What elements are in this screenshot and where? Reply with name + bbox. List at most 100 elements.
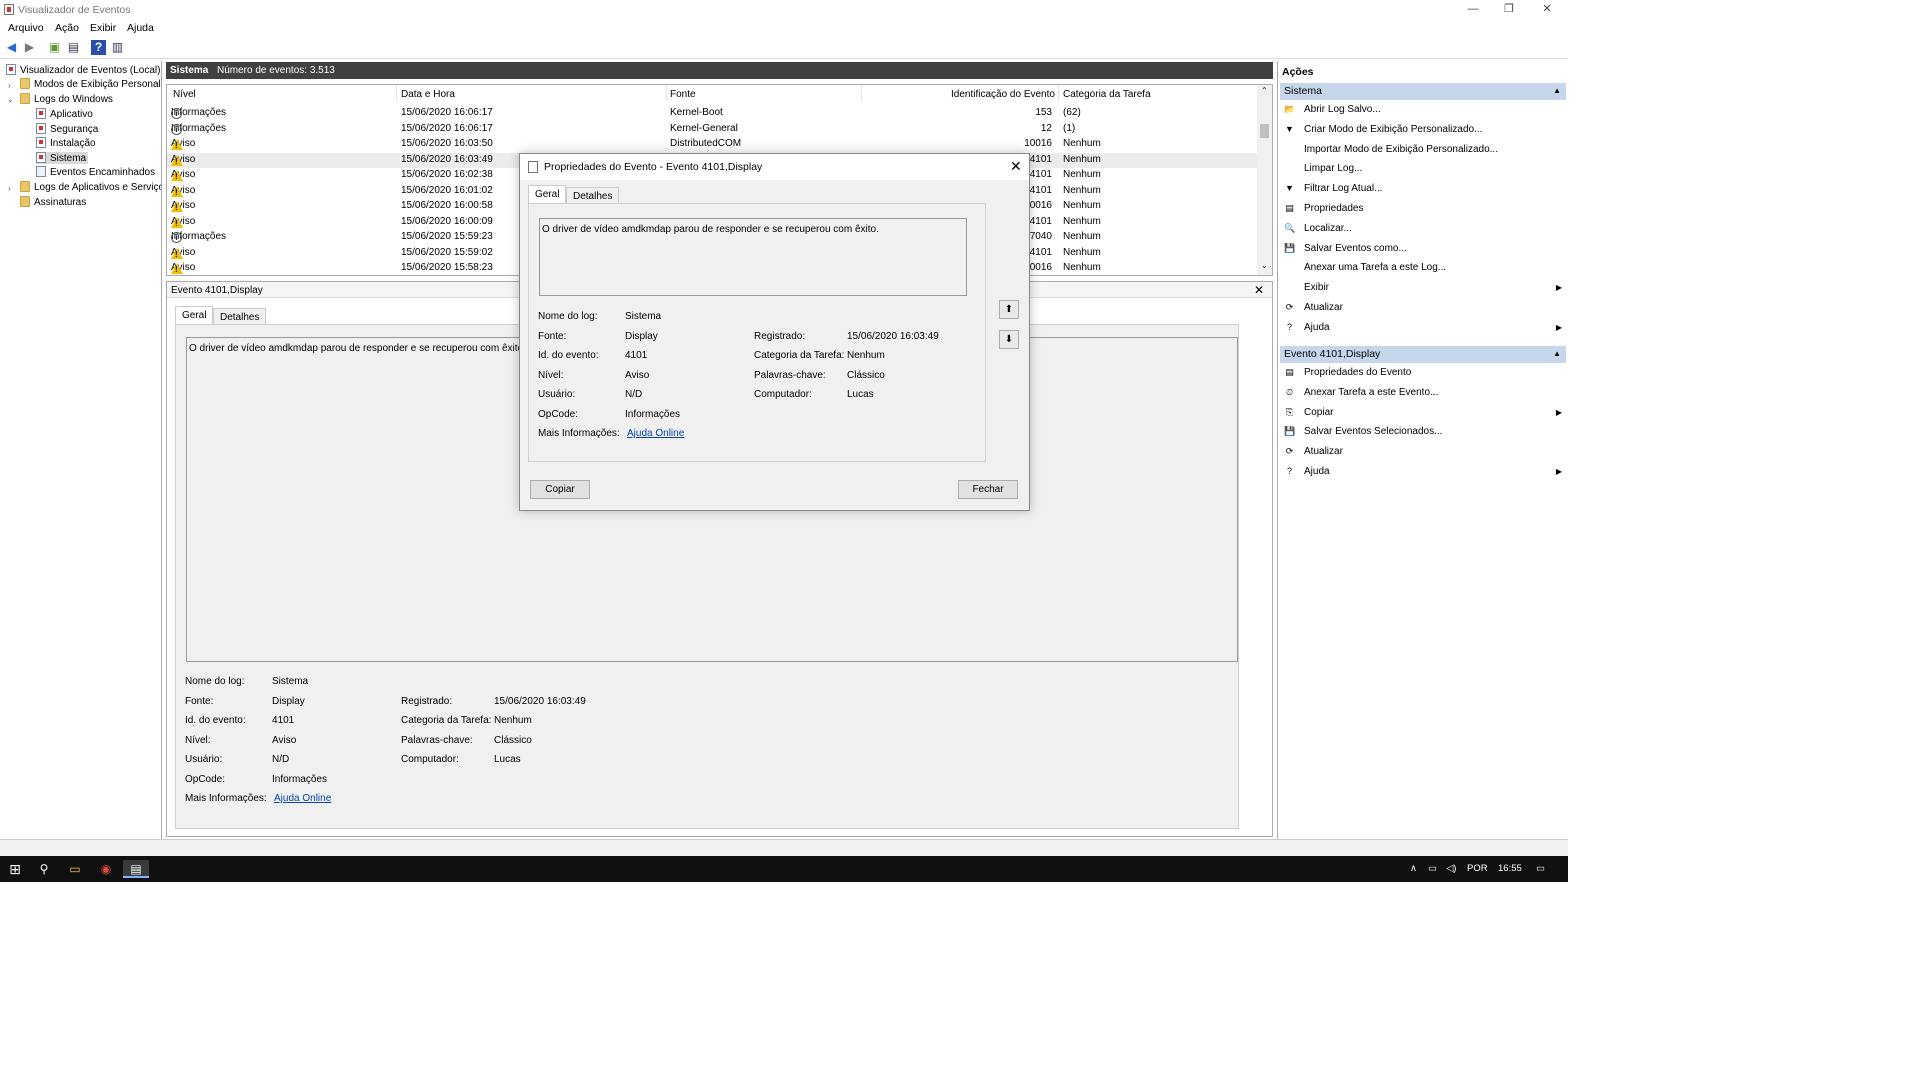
menu-acao[interactable]: Ação bbox=[55, 22, 79, 34]
action-item[interactable]: ? Ajuda ▶ bbox=[1284, 464, 1564, 481]
row-date: 15/06/2020 16:00:09 bbox=[401, 215, 493, 227]
notification-icon[interactable]: ▭ bbox=[1536, 863, 1545, 874]
tree-custom-views[interactable]: Modos de Exibição Personali bbox=[20, 78, 161, 90]
tree-item-seguranca[interactable]: Segurança bbox=[36, 123, 98, 135]
collapse-caret-icon[interactable]: ▲ bbox=[1553, 349, 1561, 358]
action-item[interactable]: ? Ajuda ▶ bbox=[1284, 320, 1564, 337]
file-explorer-icon[interactable]: ▭ bbox=[65, 860, 85, 878]
toolbar: ◀ ▶ ▣ ▤ ? ▥ bbox=[0, 37, 1568, 59]
clock[interactable]: 16:55 bbox=[1498, 863, 1522, 874]
dialog-more-info-label: Mais Informações: bbox=[538, 428, 620, 439]
action-item[interactable]: Exibir ▶ bbox=[1284, 280, 1564, 297]
actions-group-event[interactable]: Evento 4101,Display ▲ bbox=[1280, 346, 1566, 363]
action-item[interactable]: Anexar uma Tarefa a este Log... bbox=[1284, 260, 1564, 277]
close-button[interactable]: ✕ bbox=[1532, 2, 1562, 18]
log-icon bbox=[36, 166, 46, 177]
action-item[interactable]: ▤ Propriedades bbox=[1284, 201, 1564, 218]
network-icon[interactable]: ▭ bbox=[1428, 863, 1437, 874]
forward-arrow-icon[interactable]: ▶ bbox=[22, 40, 37, 55]
dialog-tab-geral[interactable]: Geral bbox=[528, 185, 567, 203]
expand-arrow-icon[interactable]: › bbox=[8, 184, 11, 193]
open-folder-icon[interactable]: ▣ bbox=[47, 40, 62, 55]
close-detail-icon[interactable]: ✕ bbox=[1254, 283, 1264, 297]
tree-app-services-logs[interactable]: Logs de Aplicativos e Serviço bbox=[20, 181, 161, 193]
menu-ajuda[interactable]: Ajuda bbox=[127, 22, 154, 34]
warning-icon bbox=[171, 263, 183, 274]
start-windows-icon[interactable]: ⊞ bbox=[5, 860, 25, 878]
row-category: Nenhum bbox=[1063, 231, 1101, 242]
table-row[interactable]: i Informações 15/06/2020 16:06:17 Kernel-Bo… bbox=[167, 106, 1257, 121]
tree-item-aplicativo[interactable]: Aplicativo bbox=[36, 108, 93, 120]
scroll-down-icon[interactable]: ⌄ bbox=[1261, 261, 1268, 270]
row-category: Nenhum bbox=[1063, 215, 1101, 227]
action-item[interactable]: Importar Modo de Exibição Personalizado.… bbox=[1284, 142, 1564, 159]
action-item[interactable]: 🔍 Localizar... bbox=[1284, 221, 1564, 238]
action-item[interactable]: 💾 Salvar Eventos Selecionados... bbox=[1284, 424, 1564, 441]
minimize-button[interactable]: — bbox=[1458, 2, 1488, 18]
row-level: Aviso bbox=[171, 216, 195, 228]
expand-arrow-icon[interactable]: › bbox=[8, 81, 11, 90]
actions-group-sistema[interactable]: Sistema ▲ bbox=[1280, 83, 1566, 100]
language-indicator[interactable]: POR bbox=[1467, 863, 1488, 874]
column-header-event-id[interactable]: Identificação do Evento bbox=[951, 89, 1055, 100]
back-arrow-icon[interactable]: ◀ bbox=[4, 40, 19, 55]
warning-icon bbox=[171, 154, 183, 166]
online-help-link[interactable]: Ajuda Online bbox=[274, 793, 331, 804]
table-row[interactable]: i Informações 15/06/2020 16:06:17 Kernel-Ge… bbox=[167, 122, 1257, 137]
tree-item-eventos-encaminhados[interactable]: Eventos Encaminhados bbox=[36, 166, 155, 178]
copy-button[interactable]: Copiar bbox=[530, 480, 590, 499]
view-grid-icon[interactable]: ▤ bbox=[66, 40, 81, 55]
maximize-button[interactable]: ❐ bbox=[1494, 2, 1524, 18]
list-vertical-scrollbar[interactable]: ⌃ ⌄ bbox=[1257, 85, 1272, 275]
warning-icon bbox=[171, 185, 183, 197]
collapse-arrow-icon[interactable]: ⌄ bbox=[7, 95, 14, 104]
action-item[interactable]: ⎘ Copiar ▶ bbox=[1284, 405, 1564, 422]
search-icon[interactable]: ⚲ bbox=[34, 860, 54, 878]
tree-root[interactable]: Visualizador de Eventos (Local) bbox=[6, 64, 160, 76]
tray-overflow-icon[interactable]: ∧ bbox=[1410, 863, 1417, 874]
action-item[interactable]: ⏲ Anexar Tarefa a este Evento... bbox=[1284, 385, 1564, 402]
column-header-date[interactable]: Data e Hora bbox=[401, 89, 455, 100]
collapse-caret-icon[interactable]: ▲ bbox=[1553, 86, 1561, 95]
help-icon[interactable]: ? bbox=[91, 40, 106, 55]
action-item[interactable]: 📂 Abrir Log Salvo... bbox=[1284, 102, 1564, 119]
menu-arquivo[interactable]: Arquivo bbox=[8, 22, 44, 34]
column-header-source[interactable]: Fonte bbox=[670, 89, 696, 100]
chrome-icon[interactable]: ◉ bbox=[96, 860, 116, 878]
log-header: Sistema Número de eventos: 3.513 bbox=[166, 62, 1273, 79]
action-item[interactable]: ▤ Propriedades do Evento bbox=[1284, 365, 1564, 382]
next-event-arrow-icon[interactable]: ⬇ bbox=[999, 330, 1019, 349]
action-item[interactable]: Limpar Log... bbox=[1284, 161, 1564, 178]
tree-item-instalacao[interactable]: Instalação bbox=[36, 137, 96, 149]
action-item[interactable]: ▼ Filtrar Log Atual... bbox=[1284, 181, 1564, 198]
tree-item-sistema[interactable]: Sistema bbox=[36, 152, 89, 164]
dialog-online-help-link[interactable]: Ajuda Online bbox=[627, 428, 684, 439]
keywords-value: Clássico bbox=[494, 735, 532, 746]
action-item[interactable]: ⟳ Atualizar bbox=[1284, 300, 1564, 317]
previous-event-arrow-icon[interactable]: ⬆ bbox=[999, 300, 1019, 319]
close-dialog-button[interactable]: Fechar bbox=[958, 480, 1018, 499]
show-panel-icon[interactable]: ▥ bbox=[110, 40, 125, 55]
row-category: (1) bbox=[1063, 122, 1076, 134]
column-header-level[interactable]: Nível bbox=[173, 89, 196, 100]
tab-geral[interactable]: Geral bbox=[175, 306, 214, 324]
tree-windows-logs[interactable]: Logs do Windows bbox=[20, 93, 113, 105]
row-event-id: 4101 bbox=[1029, 153, 1052, 165]
volume-icon[interactable]: ◁) bbox=[1446, 863, 1456, 874]
tree-app-label: Aplicativo bbox=[50, 109, 93, 120]
action-item[interactable]: ⟳ Atualizar bbox=[1284, 444, 1564, 461]
scroll-thumb[interactable] bbox=[1260, 124, 1269, 138]
scroll-up-icon[interactable]: ⌃ bbox=[1261, 86, 1268, 95]
dialog-close-icon[interactable]: ✕ bbox=[1010, 158, 1022, 175]
tree-subscriptions[interactable]: Assinaturas bbox=[20, 196, 86, 208]
dialog-log-label: Nome do log: bbox=[538, 311, 598, 322]
action-label: Ajuda bbox=[1304, 321, 1330, 333]
dialog-event-description[interactable]: O driver de vídeo amdkmdap parou de resp… bbox=[539, 218, 967, 296]
row-date: 15/06/2020 16:03:50 bbox=[401, 138, 493, 149]
action-item[interactable]: 💾 Salvar Eventos como... bbox=[1284, 241, 1564, 258]
action-item[interactable]: ▼ Criar Modo de Exibição Personalizado... bbox=[1284, 122, 1564, 139]
column-header-category[interactable]: Categoria da Tarefa bbox=[1063, 89, 1151, 100]
table-row[interactable]: Aviso 15/06/2020 16:03:50 DistributedCOM 10… bbox=[167, 137, 1257, 152]
menu-exibir[interactable]: Exibir bbox=[90, 22, 116, 34]
event-viewer-taskbar-icon[interactable]: ▤ bbox=[123, 860, 149, 878]
